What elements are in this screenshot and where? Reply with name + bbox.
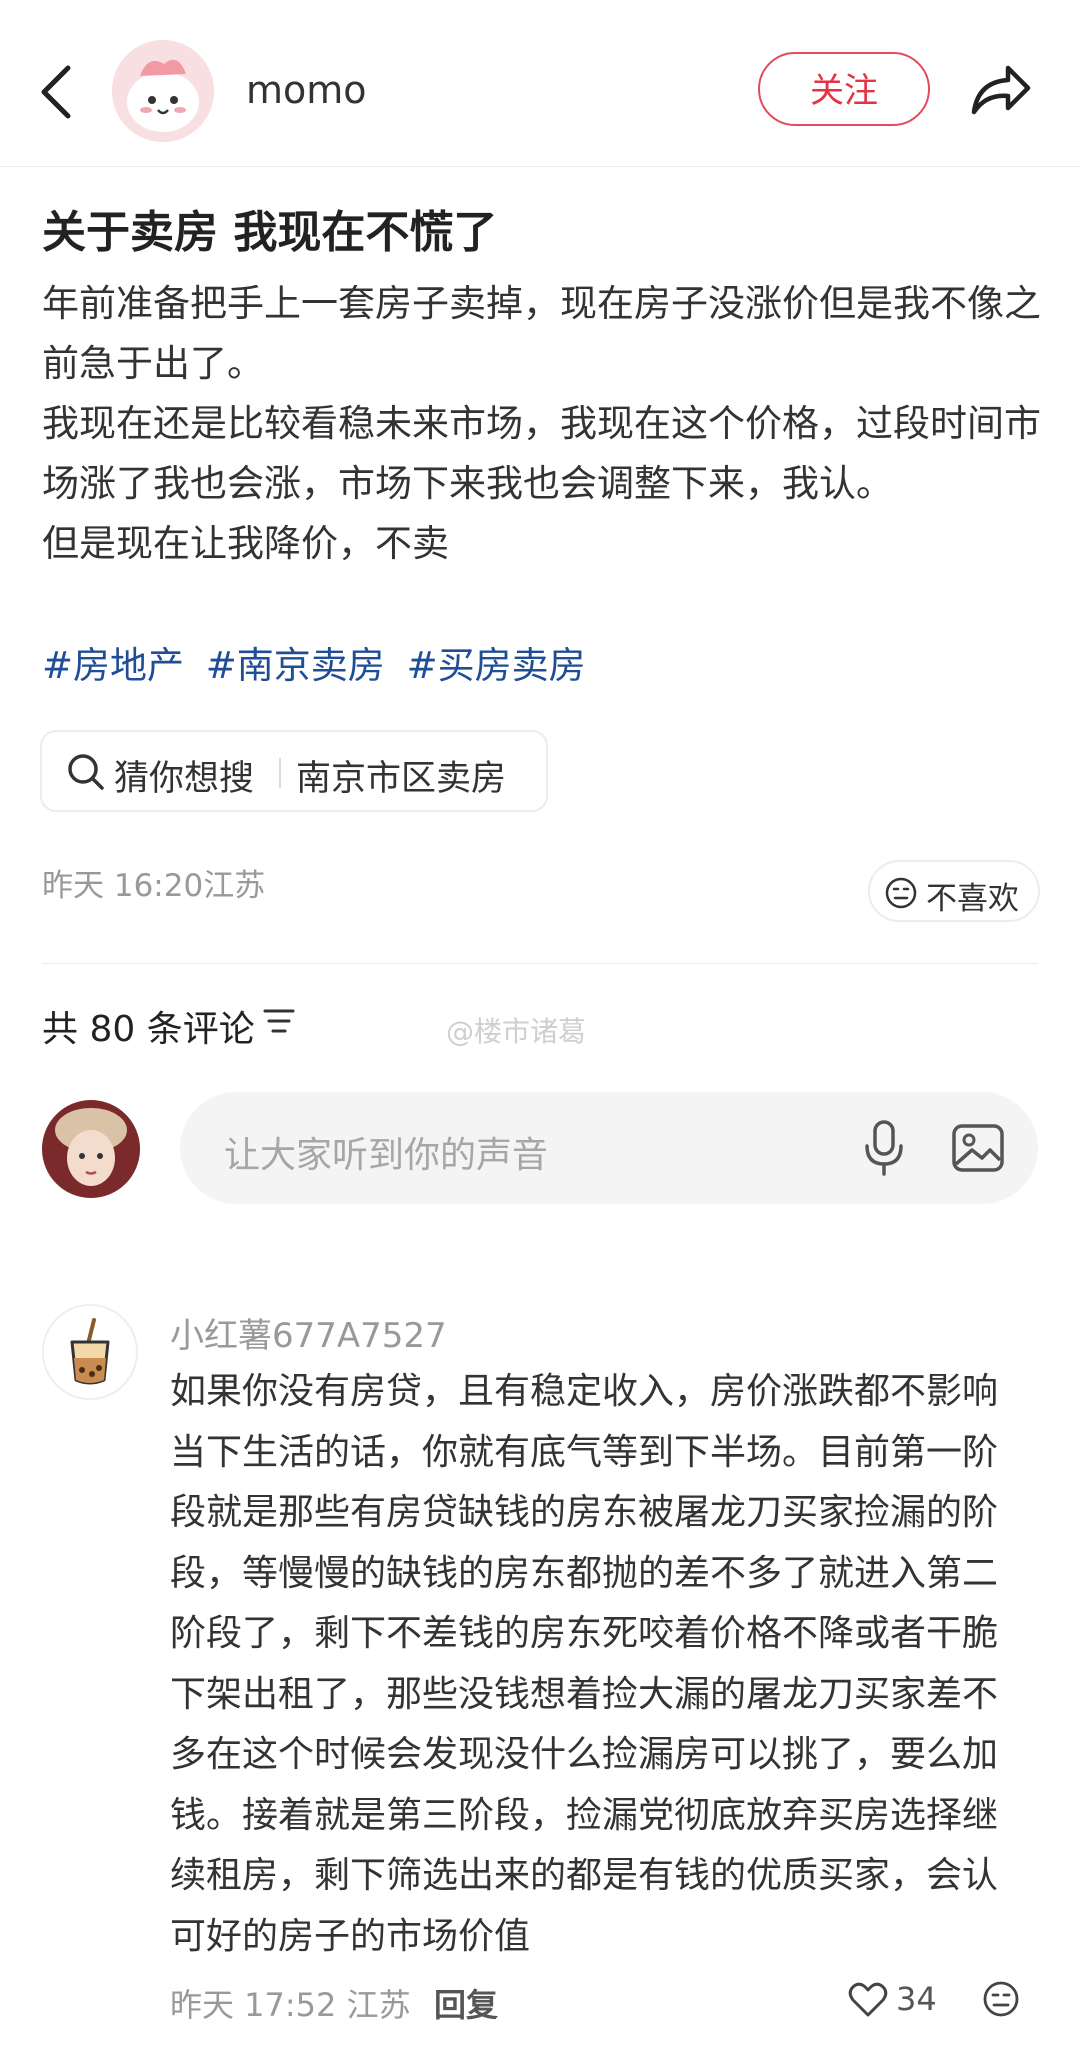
- post-title: 关于卖房 我现在不慌了: [42, 207, 498, 258]
- like-count: 34: [896, 1980, 937, 2018]
- neutral-face-icon: [885, 877, 917, 909]
- heart-icon[interactable]: [848, 1982, 888, 2018]
- comment-text: 如果你没有房贷，且有稳定收入，房价涨跌都不影响当下生活的话，你就有底气等到下半场…: [170, 1371, 999, 1957]
- watermark: @楼市诸葛: [446, 1015, 587, 1048]
- share-icon[interactable]: [968, 60, 1032, 120]
- follow-button[interactable]: 关注: [758, 52, 930, 126]
- hashtag-link[interactable]: #房地产: [42, 644, 184, 687]
- dislike-label: 不喜欢: [926, 881, 1019, 917]
- comment-timestamp-location: 昨天 17:52 江苏: [170, 1986, 411, 2024]
- back-arrow-icon[interactable]: [36, 62, 80, 122]
- post-timestamp-location: 昨天 16:20江苏: [42, 868, 266, 904]
- suggested-search-chip[interactable]: 猜你想搜 南京市区卖房: [40, 730, 548, 812]
- top-bar: momo 关注: [0, 0, 1080, 167]
- author-username[interactable]: momo: [246, 68, 367, 112]
- hashtag-link[interactable]: #南京卖房: [206, 644, 385, 687]
- commenter-avatar[interactable]: [42, 1304, 138, 1400]
- hashtag-link[interactable]: #买房卖房: [407, 644, 586, 687]
- comments-count: 共 80 条评论: [42, 1009, 255, 1050]
- reply-button[interactable]: 回复: [434, 1980, 498, 2026]
- suggested-search-term: 南京市区卖房: [296, 759, 507, 799]
- current-user-avatar: [42, 1100, 140, 1198]
- image-icon[interactable]: [950, 1120, 1006, 1176]
- author-avatar[interactable]: [112, 40, 214, 142]
- comment-input-placeholder: 让大家听到你的声音: [224, 1135, 549, 1176]
- dislike-button[interactable]: 不喜欢: [868, 860, 1040, 922]
- post-body: 年前准备把手上一套房子卖掉，现在房子没涨价但是我不像之前急于出了。 我现在还是比…: [42, 274, 1042, 574]
- neutral-face-icon[interactable]: [982, 1980, 1020, 2018]
- commenter-name[interactable]: 小红薯677A7527: [170, 1308, 447, 1357]
- sort-icon[interactable]: [262, 1006, 296, 1036]
- post-paragraph: 我现在还是比较看稳未来市场，我现在这个价格，过段时间市场涨了我也会涨，市场下来我…: [42, 402, 1041, 505]
- section-divider: [42, 963, 1038, 964]
- post-paragraph: 但是现在让我降价，不卖: [42, 522, 449, 565]
- post-tags: #房地产 #南京卖房 #买房卖房: [42, 636, 596, 696]
- search-icon: [68, 754, 104, 790]
- post-paragraph: 年前准备把手上一套房子卖掉，现在房子没涨价但是我不像之前急于出了。: [42, 282, 1041, 385]
- microphone-icon[interactable]: [860, 1118, 908, 1178]
- suggested-search-label: 猜你想搜: [114, 759, 255, 799]
- divider: [279, 758, 281, 788]
- comment-input[interactable]: 让大家听到你的声音: [180, 1092, 1038, 1204]
